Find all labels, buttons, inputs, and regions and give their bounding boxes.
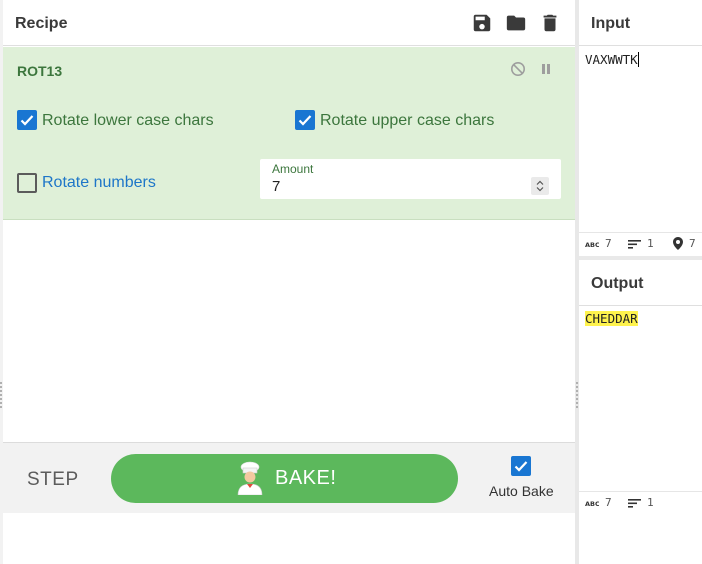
bake-button[interactable]: BAKE!: [111, 454, 458, 503]
rotate-lower-checkbox[interactable]: [17, 110, 37, 130]
output-title: Output: [591, 275, 644, 292]
bake-controls: STEP BAKE! Auto Bake: [3, 442, 575, 513]
input-status-bar: ABC 7 1 7: [579, 232, 702, 253]
mid-resize-grip[interactable]: [576, 382, 578, 410]
output-status-bar: ABC 7 1: [579, 491, 702, 512]
folder-icon[interactable]: [505, 12, 527, 34]
input-header: Input: [579, 0, 702, 46]
abc-icon: ABC: [585, 241, 599, 248]
abc-icon: ABC: [585, 500, 599, 507]
step-button[interactable]: STEP: [27, 469, 79, 491]
trash-icon[interactable]: [539, 12, 561, 34]
recipe-title: Recipe: [15, 15, 68, 32]
input-line-count: 1: [628, 237, 654, 250]
recipe-pane: Recipe ROT13 Rotate lower case chars Rot…: [3, 0, 575, 564]
text-caret: [637, 52, 639, 67]
pause-icon[interactable]: [538, 61, 554, 77]
amount-label: Amount: [272, 162, 314, 176]
operation-rot13: ROT13 Rotate lower case chars Rotate upp…: [3, 47, 575, 220]
amount-value[interactable]: 7: [272, 178, 280, 195]
input-position-value: 7: [689, 237, 696, 250]
svg-text:ABC: ABC: [585, 241, 599, 248]
operation-name: ROT13: [17, 63, 63, 79]
io-pane: Input VAXWWTK ABC 7 1 7 Output CHEDDAR A…: [579, 0, 702, 564]
output-text: CHEDDAR: [585, 311, 638, 326]
input-char-count: ABC 7: [585, 237, 612, 250]
output-textarea[interactable]: CHEDDAR: [585, 311, 638, 326]
input-caret-position: 7: [673, 237, 696, 250]
rotate-lower-label: Rotate lower case chars: [42, 112, 214, 129]
location-pin-icon: [673, 237, 683, 250]
input-textarea[interactable]: VAXWWTK: [585, 52, 639, 67]
lines-icon: [628, 498, 641, 508]
output-line-count: 1: [628, 496, 654, 509]
disable-icon[interactable]: [510, 61, 526, 77]
rotate-numbers-label: Rotate numbers: [42, 174, 156, 191]
rotate-upper-checkbox[interactable]: [295, 110, 315, 130]
output-lines-value: 1: [647, 496, 654, 509]
svg-text:ABC: ABC: [585, 500, 599, 507]
rotate-numbers-checkbox[interactable]: [17, 173, 37, 193]
amount-field[interactable]: Amount 7: [260, 159, 561, 199]
auto-bake-label: Auto Bake: [489, 483, 554, 499]
input-text: VAXWWTK: [585, 52, 638, 67]
recipe-header: Recipe: [3, 0, 575, 46]
amount-stepper[interactable]: [531, 177, 549, 195]
output-char-count: ABC 7: [585, 496, 612, 509]
output-chars-value: 7: [605, 496, 612, 509]
save-icon[interactable]: [471, 12, 493, 34]
rotate-upper-label: Rotate upper case chars: [320, 112, 495, 129]
lines-icon: [628, 239, 641, 249]
input-title: Input: [591, 15, 631, 32]
bake-label: BAKE!: [275, 467, 337, 489]
input-chars-value: 7: [605, 237, 612, 250]
chef-icon: [235, 461, 265, 496]
output-header: Output: [579, 260, 702, 306]
input-lines-value: 1: [647, 237, 654, 250]
left-resize-grip[interactable]: [0, 382, 2, 410]
auto-bake-checkbox[interactable]: [511, 456, 531, 476]
